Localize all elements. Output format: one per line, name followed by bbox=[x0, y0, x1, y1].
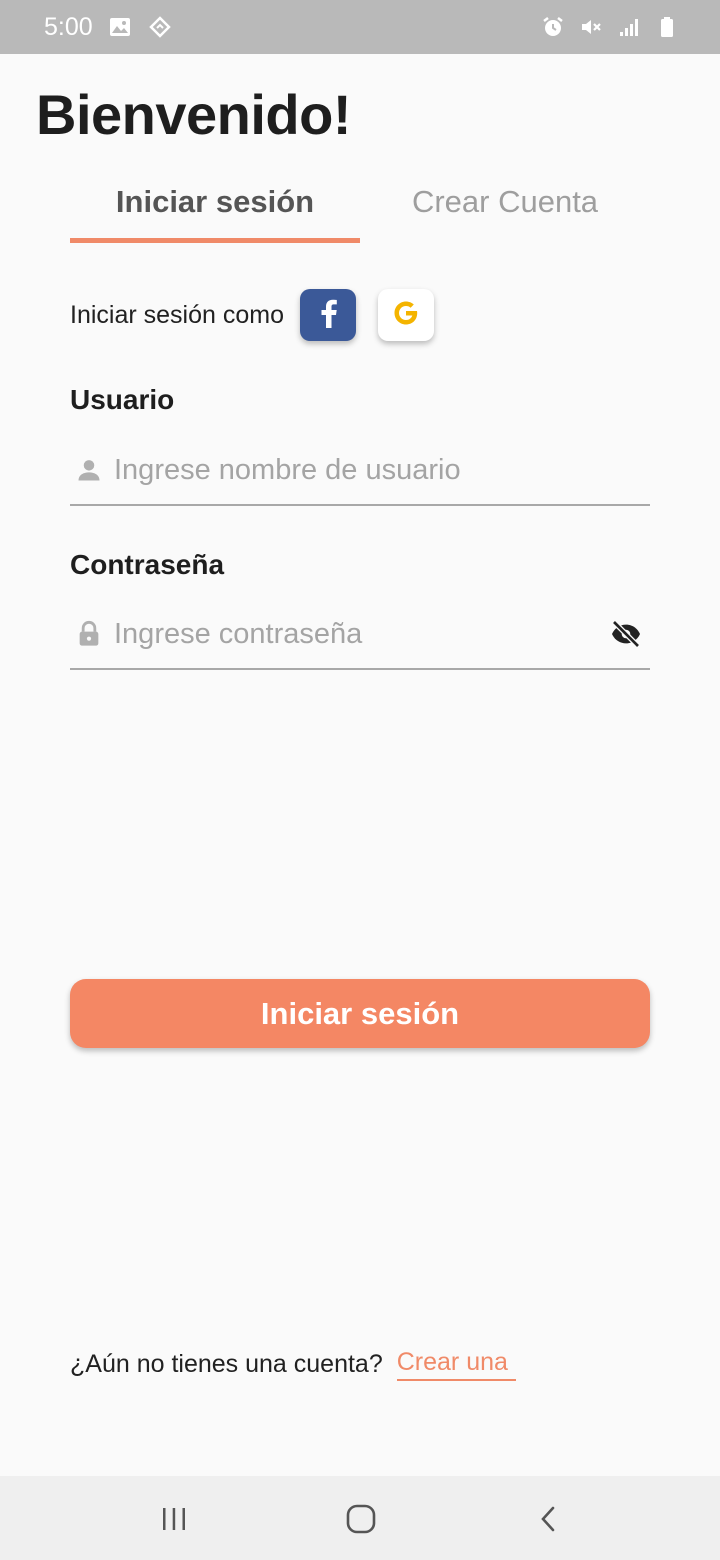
vibrate-mute-icon bbox=[578, 14, 604, 40]
tab-active-indicator bbox=[70, 238, 360, 243]
home-icon[interactable] bbox=[338, 1496, 384, 1542]
page-title: Bienvenido! bbox=[36, 83, 351, 146]
tab-create-account[interactable]: Crear Cuenta bbox=[360, 170, 650, 244]
back-icon[interactable] bbox=[526, 1496, 572, 1542]
alarm-icon bbox=[540, 14, 566, 40]
status-bar: 5:00 bbox=[0, 0, 720, 54]
create-account-link[interactable]: Crear una bbox=[396, 1348, 516, 1381]
image-icon bbox=[107, 14, 133, 40]
username-label: Usuario bbox=[70, 384, 175, 415]
social-login-row: Iniciar sesión como bbox=[70, 288, 456, 342]
facebook-icon bbox=[317, 298, 339, 333]
battery-icon bbox=[654, 14, 680, 40]
status-bar-left: 5:00 bbox=[44, 13, 173, 42]
username-input[interactable] bbox=[114, 453, 650, 487]
lock-icon bbox=[72, 617, 106, 651]
social-login-label: Iniciar sesión como bbox=[70, 300, 284, 329]
person-icon bbox=[72, 453, 106, 487]
signup-row: ¿Aún no tienes una cuenta? Crear una bbox=[70, 1348, 516, 1381]
facebook-login-button[interactable] bbox=[299, 289, 356, 341]
tab-login[interactable]: Iniciar sesión bbox=[70, 170, 360, 244]
recents-icon[interactable] bbox=[151, 1496, 197, 1542]
signal-icon bbox=[616, 14, 642, 40]
status-bar-right bbox=[540, 14, 680, 40]
visibility-off-icon[interactable] bbox=[606, 614, 646, 654]
password-label: Contraseña bbox=[70, 549, 225, 580]
username-field bbox=[70, 436, 650, 506]
login-button[interactable]: Iniciar sesión bbox=[70, 979, 650, 1048]
auth-tabs: Iniciar sesión Crear Cuenta bbox=[70, 170, 650, 244]
system-nav-bar bbox=[0, 1476, 720, 1560]
google-login-button[interactable] bbox=[377, 289, 434, 341]
status-time: 5:00 bbox=[44, 12, 93, 41]
signup-prompt: ¿Aún no tienes una cuenta? bbox=[70, 1350, 383, 1378]
password-input[interactable] bbox=[114, 617, 606, 651]
password-field bbox=[70, 600, 650, 670]
google-icon bbox=[390, 297, 422, 334]
navigation-diamond-icon bbox=[147, 14, 173, 40]
